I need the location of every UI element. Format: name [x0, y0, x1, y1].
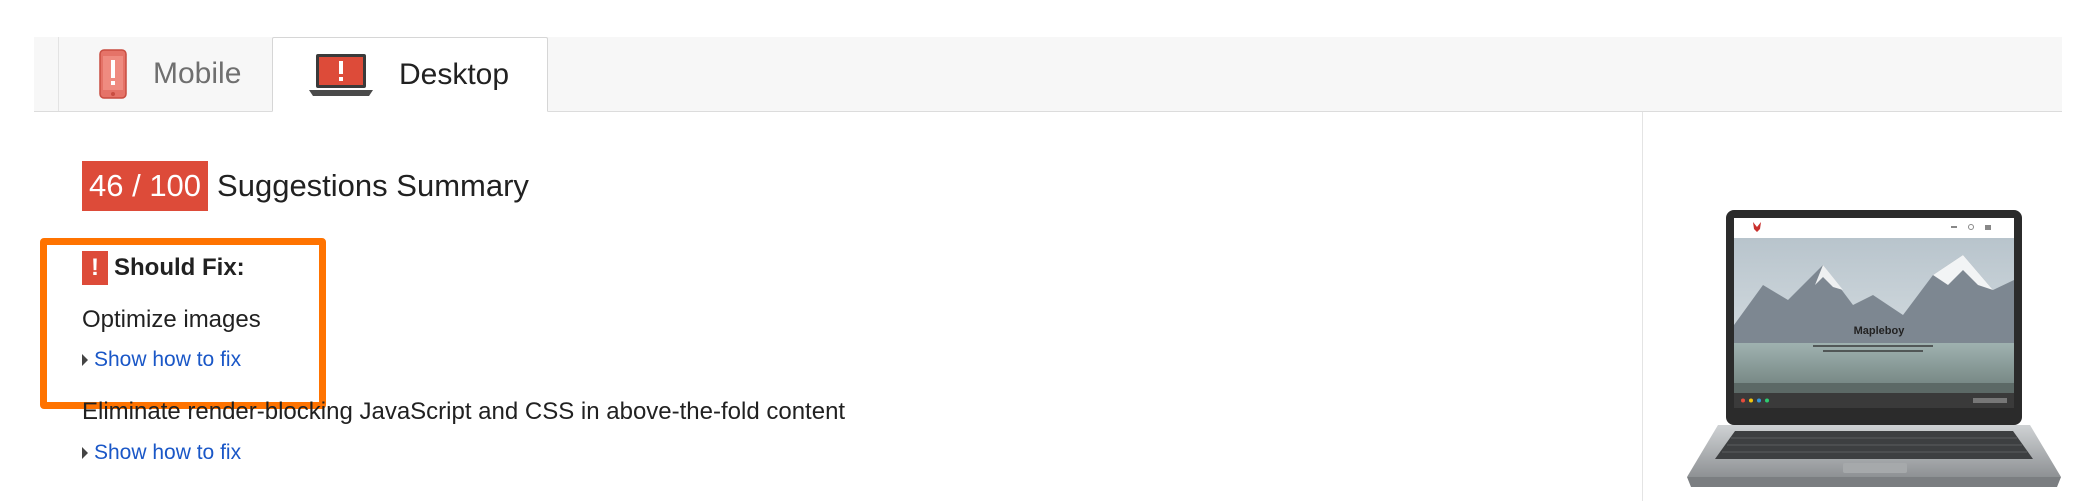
show-how-to-fix-label: Show how to fix: [94, 441, 242, 464]
score-badge: 46 / 100: [82, 161, 209, 211]
show-how-to-fix-link[interactable]: Show how to fix: [82, 441, 241, 465]
rule-title-render-blocking: Eliminate render-blocking JavaScript and…: [82, 398, 846, 425]
tab-desktop[interactable]: Desktop: [272, 37, 548, 112]
caret-right-icon: [82, 447, 88, 459]
summary-title: Suggestions Summary: [217, 168, 529, 203]
highlight-box: [40, 238, 326, 409]
content-divider: [1642, 112, 1643, 501]
tab-mobile[interactable]: Mobile: [58, 37, 306, 111]
device-tab-bar: Mobile Desktop: [34, 37, 2062, 112]
tab-desktop-label: Desktop: [399, 57, 510, 91]
laptop-icon: [309, 53, 373, 96]
suggestions-summary-header: 46 / 100 Suggestions Summary: [82, 161, 529, 211]
tab-mobile-label: Mobile: [153, 57, 242, 90]
preview-site-brand: Mapleboy: [1853, 325, 1905, 337]
mobile-phone-icon: [99, 49, 127, 99]
desktop-preview-laptop: [1687, 210, 2061, 487]
